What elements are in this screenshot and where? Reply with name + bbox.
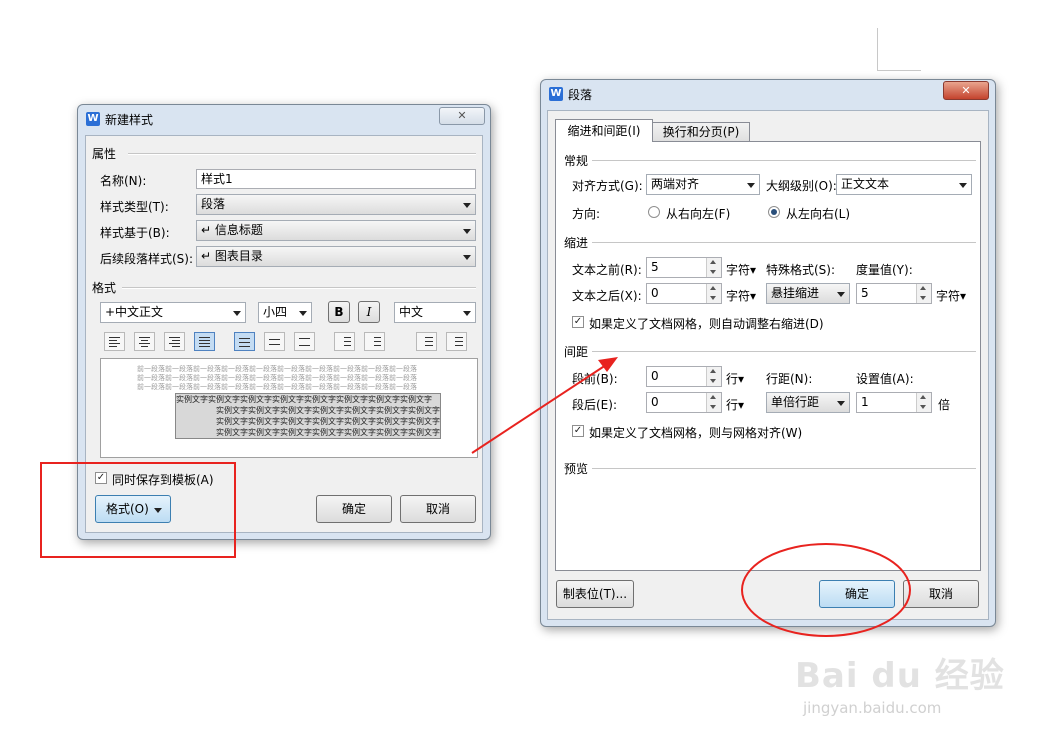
tab-indent-spacing[interactable]: 缩进和间距(I) — [555, 119, 653, 142]
annotation-arrow-line — [471, 364, 607, 454]
annotation-arrowhead — [598, 357, 618, 372]
annotation-overlay — [40, 357, 911, 637]
watermark-brand: Bai du 经验 — [795, 656, 1005, 696]
watermark-url: jingyan.baidu.com — [803, 699, 942, 717]
annotation-circle — [741, 543, 911, 637]
baidu-jingyan-watermark: Bai du 经验 jingyan.baidu.com — [795, 648, 1035, 718]
tab-indent-spacing-label: 缩进和间距(I) — [567, 124, 641, 138]
annotation-highlight-rectangle — [40, 462, 236, 558]
